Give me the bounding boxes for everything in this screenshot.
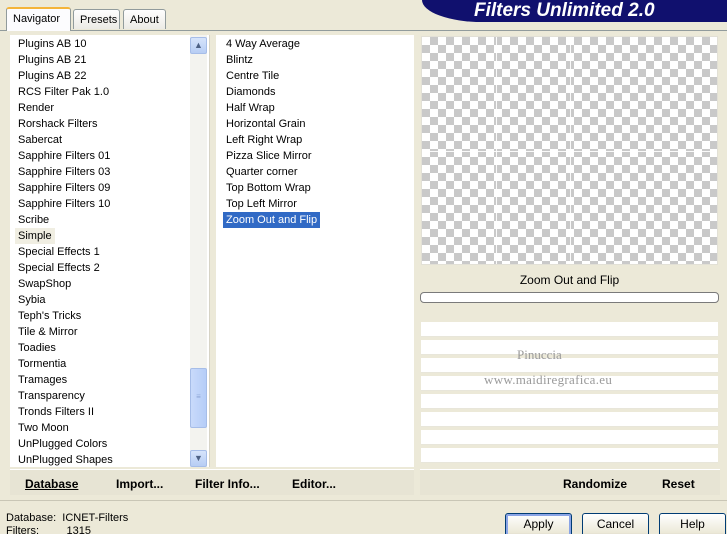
preview-filter-name: Zoom Out and Flip	[519, 273, 620, 287]
randomize-button[interactable]: Randomize	[563, 477, 627, 491]
category-item[interactable]: Rorshack Filters	[15, 116, 100, 132]
filter-info-button[interactable]: Filter Info...	[195, 477, 260, 491]
filter-item[interactable]: Top Bottom Wrap	[223, 180, 314, 196]
category-item[interactable]: Sapphire Filters 03	[15, 164, 113, 180]
category-item[interactable]: Sybia	[15, 292, 49, 308]
category-item[interactable]: Tormentia	[15, 356, 69, 372]
category-item[interactable]: Transparency	[15, 388, 88, 404]
preview-image	[421, 36, 718, 265]
category-item[interactable]: Render	[15, 100, 57, 116]
category-item[interactable]: Special Effects 1	[15, 244, 103, 260]
database-button[interactable]: Database	[25, 477, 78, 491]
parameter-row	[421, 430, 718, 445]
filter-item[interactable]: Half Wrap	[223, 100, 278, 116]
category-item[interactable]: Plugins AB 22	[15, 68, 90, 84]
import-button[interactable]: Import...	[116, 477, 163, 491]
category-list[interactable]: Plugins AB 10 Plugins AB 21 Plugins AB 22 R…	[10, 35, 210, 467]
filter-item[interactable]: 4 Way Average	[223, 36, 303, 52]
filter-item[interactable]: Quarter corner	[223, 164, 301, 180]
category-item[interactable]: UnPlugged Shapes	[15, 452, 116, 468]
parameter-row	[421, 394, 718, 409]
filter-item[interactable]: Pizza Slice Mirror	[223, 148, 315, 164]
filter-list[interactable]: 4 Way Average Blintz Centre Tile Diamonds Ha…	[216, 35, 414, 467]
category-item[interactable]: Plugins AB 10	[15, 36, 90, 52]
category-item[interactable]: Plugins AB 21	[15, 52, 90, 68]
help-button[interactable]: Help	[659, 513, 726, 534]
left-toolbar: Database Import... Filter Info... Editor…	[10, 469, 414, 495]
category-item[interactable]: Toadies	[15, 340, 59, 356]
tab-about[interactable]: About	[123, 9, 166, 29]
tab-presets[interactable]: Presets	[73, 9, 120, 29]
app-title: Filters Unlimited 2.0	[474, 0, 655, 21]
category-item[interactable]: Scribe	[15, 212, 52, 228]
right-toolbar: Randomize Reset	[420, 469, 720, 495]
category-item[interactable]: Tile & Mirror	[15, 324, 80, 340]
category-item[interactable]: Teph's Tricks	[15, 308, 84, 324]
category-item[interactable]: Special Effects 2	[15, 260, 103, 276]
filter-item[interactable]: Zoom Out and Flip	[223, 212, 321, 228]
parameter-row	[421, 412, 718, 427]
watermark-name: Pinuccia	[517, 347, 562, 362]
watermark-url: www.maidiregrafica.eu	[484, 372, 613, 387]
parameter-row	[421, 322, 718, 337]
category-item[interactable]: Two Moon	[15, 420, 72, 436]
scroll-thumb[interactable]: ≡	[190, 368, 207, 428]
category-item[interactable]: RCS Filter Pak 1.0	[15, 84, 112, 100]
apply-button[interactable]: Apply	[505, 513, 572, 534]
cancel-button[interactable]: Cancel	[582, 513, 649, 534]
filter-item[interactable]: Left Right Wrap	[223, 132, 305, 148]
parameter-area	[421, 322, 718, 466]
filter-item[interactable]: Blintz	[223, 52, 256, 68]
category-item[interactable]: Tronds Filters II	[15, 404, 97, 420]
chevron-down-icon[interactable]: ▼	[190, 450, 207, 467]
progress-bar	[420, 292, 719, 303]
tab-navigator[interactable]: Navigator	[6, 7, 71, 31]
divider	[0, 500, 727, 501]
category-scrollbar[interactable]: ▲ ≡ ▼	[190, 35, 207, 467]
category-item[interactable]: Sapphire Filters 09	[15, 180, 113, 196]
category-item[interactable]: Sapphire Filters 01	[15, 148, 113, 164]
database-status: Database: ICNET-Filters	[6, 512, 129, 524]
parameter-row	[421, 448, 718, 463]
category-item[interactable]: Sapphire Filters 10	[15, 196, 113, 212]
reset-button[interactable]: Reset	[662, 477, 695, 491]
filter-item[interactable]: Diamonds	[223, 84, 279, 100]
filter-item[interactable]: Horizontal Grain	[223, 116, 308, 132]
filter-item[interactable]: Top Left Mirror	[223, 196, 300, 212]
filter-item[interactable]: Centre Tile	[223, 68, 282, 84]
tab-strip-border	[0, 30, 727, 31]
category-item[interactable]: UnPlugged Colors	[15, 436, 110, 452]
category-item[interactable]: SwapShop	[15, 276, 74, 292]
category-item[interactable]: Sabercat	[15, 132, 65, 148]
category-item[interactable]: Tramages	[15, 372, 70, 388]
chevron-up-icon[interactable]: ▲	[190, 37, 207, 54]
editor-button[interactable]: Editor...	[292, 477, 336, 491]
filters-count-status: Filters: 1315	[6, 525, 91, 534]
category-item[interactable]: Simple	[15, 228, 55, 244]
